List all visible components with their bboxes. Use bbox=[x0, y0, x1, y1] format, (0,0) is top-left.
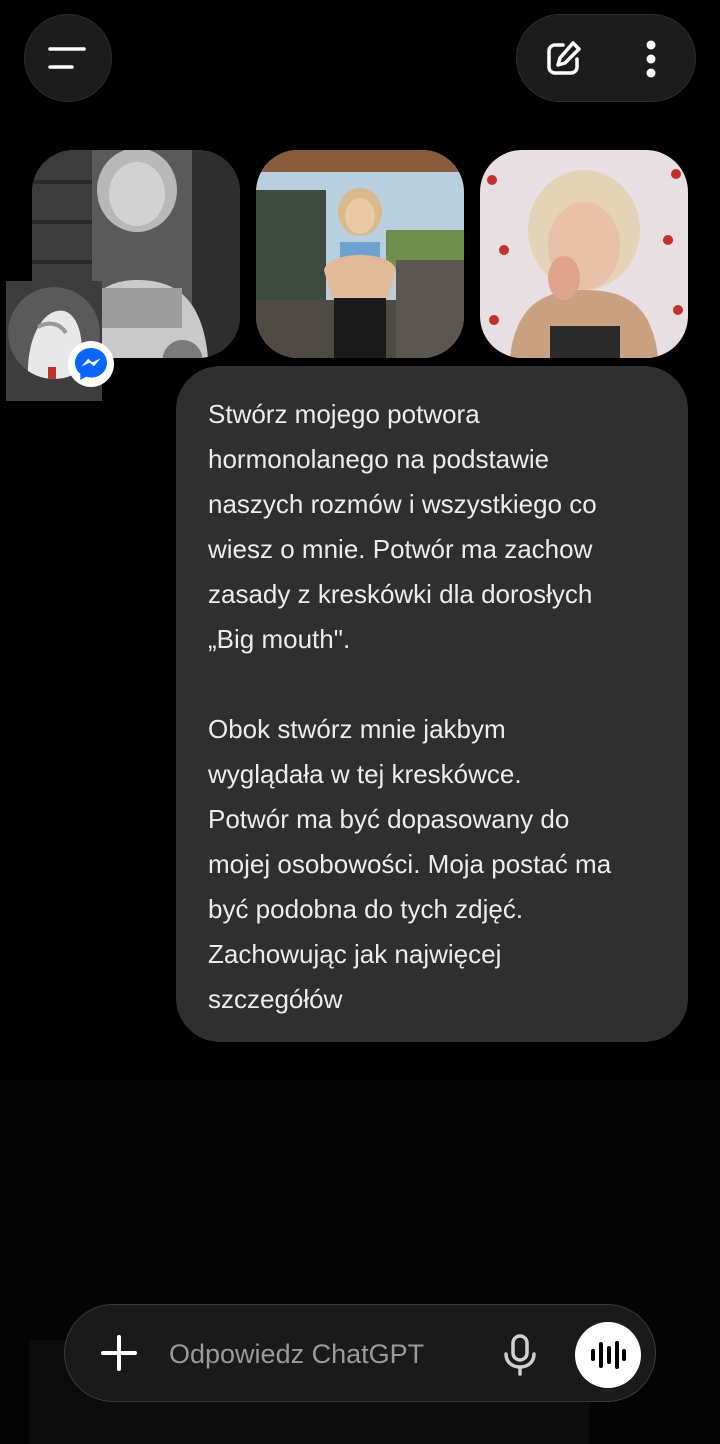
more-options-button[interactable] bbox=[627, 35, 675, 83]
add-attachment-button[interactable] bbox=[95, 1329, 143, 1377]
photo-thumbnail bbox=[256, 150, 464, 358]
user-message-bubble: Stwórz mojego potwora hormonolanego na p… bbox=[176, 366, 688, 1042]
chat-head-bubble[interactable] bbox=[6, 281, 114, 401]
voice-mode-icon bbox=[591, 1341, 626, 1369]
edit-icon bbox=[547, 41, 581, 75]
more-vertical-icon bbox=[646, 40, 656, 78]
attached-photo-3[interactable] bbox=[480, 150, 688, 358]
new-chat-button[interactable] bbox=[539, 35, 587, 83]
message-paragraph: Stwórz mojego potwora hormonolanego na p… bbox=[208, 399, 597, 654]
microphone-icon bbox=[504, 1334, 536, 1376]
message-input[interactable] bbox=[169, 1333, 469, 1375]
composer-bar bbox=[64, 1304, 656, 1402]
messenger-badge bbox=[68, 341, 114, 387]
photo-thumbnail bbox=[480, 150, 688, 358]
menu-button[interactable] bbox=[24, 14, 112, 102]
attached-photo-2[interactable] bbox=[256, 150, 464, 358]
menu-icon bbox=[48, 47, 86, 69]
plus-icon bbox=[101, 1335, 137, 1371]
header-actions bbox=[516, 14, 696, 102]
message-paragraph: Obok stwórz mnie jakbym wyglądała w tej … bbox=[208, 714, 612, 1014]
dictate-button[interactable] bbox=[495, 1330, 545, 1380]
voice-mode-button[interactable] bbox=[575, 1322, 641, 1388]
messenger-icon bbox=[75, 348, 107, 380]
